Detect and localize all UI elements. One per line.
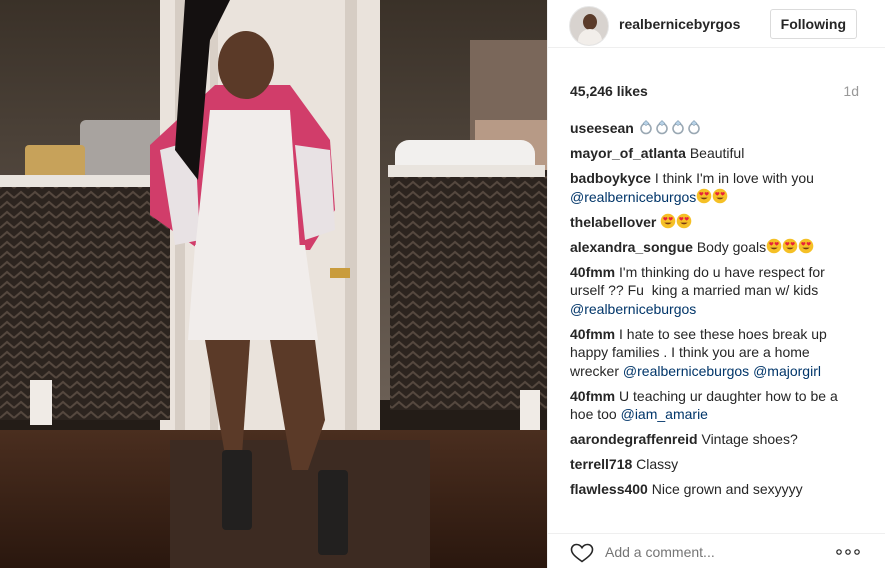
heart-eyes-emoji: [696, 188, 712, 203]
comment-username[interactable]: terrell718: [570, 456, 632, 472]
diamond-emoji: [687, 120, 700, 135]
comment-mention[interactable]: @realberniceburgos: [623, 363, 749, 379]
heart-eyes-emoji: [676, 213, 692, 228]
comment-item: flawless400 Nice grown and sexyyyy: [570, 480, 862, 499]
photo-illustration: [0, 0, 547, 568]
avatar-head: [583, 14, 597, 30]
add-comment-input[interactable]: [605, 544, 815, 560]
comment-mention[interactable]: @realberniceburgos: [570, 189, 696, 205]
comment-mention[interactable]: @majorgirl: [753, 363, 821, 379]
post-header: realbernicebyrgos Following: [548, 0, 885, 48]
post-photo[interactable]: [0, 0, 547, 568]
heart-eyes-emoji: [782, 238, 798, 253]
comment-username[interactable]: 40fmm: [570, 388, 615, 404]
post-username[interactable]: realbernicebyrgos: [619, 16, 740, 32]
avatar[interactable]: [569, 6, 609, 46]
comment-username[interactable]: thelabellover: [570, 214, 656, 230]
comment-text: Vintage shoes?: [701, 431, 798, 447]
comment-text: I think I'm in love with you: [654, 170, 814, 186]
comment-item: mayor_of_atlanta Beautiful: [570, 144, 862, 163]
comment-username[interactable]: flawless400: [570, 481, 648, 497]
heart-eyes-emoji: [712, 188, 728, 203]
diamond-emoji: [655, 120, 668, 135]
comment-username[interactable]: badboykyce: [570, 170, 651, 186]
comment-item: useesean: [570, 119, 862, 138]
heart-eyes-emoji: [766, 238, 782, 253]
comment-username[interactable]: 40fmm: [570, 264, 615, 280]
comment-text: Nice grown and sexyyyy: [651, 481, 803, 497]
comment-item: badboykyce I think I'm in love with you …: [570, 169, 862, 206]
post-side-panel: realbernicebyrgos Following 45,246 likes…: [547, 0, 885, 568]
comment-text: Classy: [636, 456, 679, 472]
diamond-emoji: [671, 120, 684, 135]
avatar-body: [578, 29, 602, 45]
comment-username[interactable]: 40fmm: [570, 326, 615, 342]
heart-eyes-emoji: [660, 213, 676, 228]
comment-item: aarondegraffenreid Vintage shoes?: [570, 430, 862, 449]
comment-text: Body goals: [696, 238, 767, 255]
diamond-emoji: [639, 120, 652, 135]
likes-count[interactable]: 45,246 likes: [570, 83, 648, 99]
comment-item: alexandra_songue Body goals: [570, 238, 862, 257]
comment-mention[interactable]: @iam_amarie: [621, 406, 708, 422]
comment-item: 40fmm I hate to see these hoes break up …: [570, 325, 862, 381]
comments-list: useesean mayor_of_atlanta Beautiful badbo…: [570, 119, 862, 505]
comment-item: 40fmm I'm thinking do u have respect for…: [570, 263, 862, 319]
comment-username[interactable]: useesean: [570, 120, 634, 136]
post-age[interactable]: 1d: [843, 83, 859, 99]
comment-text: Beautiful: [689, 145, 745, 161]
comment-username[interactable]: aarondegraffenreid: [570, 431, 698, 447]
comment-username[interactable]: alexandra_songue: [570, 239, 693, 255]
following-button[interactable]: Following: [769, 9, 857, 39]
more-horizontal-icon[interactable]: [836, 549, 860, 555]
heart-outline-icon[interactable]: [570, 543, 594, 563]
likes-row: 45,246 likes 1d: [570, 83, 862, 101]
comment-mention[interactable]: @realberniceburgos: [570, 301, 696, 317]
comment-bar: [548, 533, 885, 568]
comment-item: terrell718 Classy: [570, 455, 862, 474]
comment-item: 40fmm U teaching ur daughter how to be a…: [570, 387, 862, 424]
heart-eyes-emoji: [798, 238, 814, 253]
comment-username[interactable]: mayor_of_atlanta: [570, 145, 686, 161]
comment-item: thelabellover: [570, 213, 862, 232]
